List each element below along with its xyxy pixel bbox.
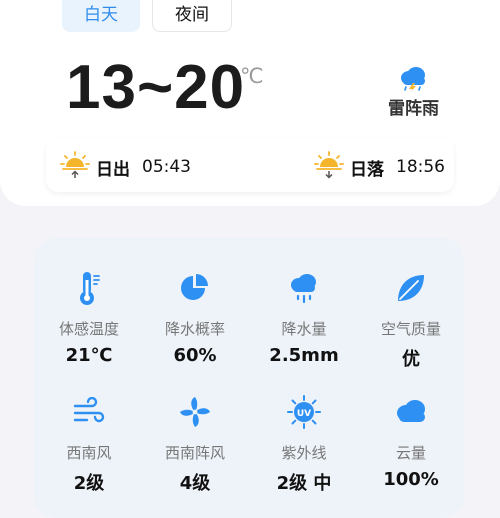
detail-uv: UV 紫外线 2级 中	[249, 392, 359, 495]
thunderstorm-icon	[398, 66, 428, 96]
detail-wind: 西南风 2级	[34, 392, 144, 495]
detail-label: 空气质量	[380, 320, 441, 338]
detail-label: 西南风	[66, 444, 112, 462]
detail-precipitation: 降水量 2.5mm	[249, 268, 359, 366]
weather-condition: 雷阵雨	[388, 99, 439, 119]
pie-chart-icon	[140, 268, 250, 308]
detail-label: 降水量	[281, 320, 327, 338]
day-night-tabs: 白天 夜间	[62, 0, 244, 32]
sunrise-time: 05:43	[142, 157, 191, 177]
detail-label: 紫外线	[281, 444, 327, 462]
sunset: 日落 18:56	[314, 150, 445, 184]
detail-label: 西南阵风	[164, 444, 225, 462]
sunrise-icon	[60, 150, 90, 184]
tab-night[interactable]: 夜间	[152, 0, 232, 32]
sunset-time: 18:56	[396, 157, 445, 177]
sun-times: 日出 05:43 日落 18:56	[46, 138, 454, 192]
detail-value: 4级	[179, 473, 211, 494]
detail-value: 优	[402, 349, 420, 370]
detail-value: 60%	[173, 345, 217, 366]
detail-value: 2级	[73, 473, 105, 494]
detail-precip-probability: 降水概率 60%	[140, 268, 250, 366]
uv-icon: UV	[249, 392, 359, 432]
detail-value: 2.5mm	[269, 345, 339, 366]
detail-label: 云量	[395, 444, 426, 462]
temperature-range: 13~20	[66, 53, 246, 122]
tab-day[interactable]: 白天	[62, 0, 140, 32]
sunrise: 日出 05:43	[60, 150, 191, 184]
wind-icon	[34, 392, 144, 432]
detail-cloud-cover: 云量 100%	[356, 392, 466, 490]
weather-details: 体感温度 21℃ 降水概率 60% 降水量 2.5mm 空气质量 优 西南风 2…	[34, 238, 464, 518]
fan-icon	[140, 392, 250, 432]
svg-text:UV: UV	[297, 409, 311, 419]
sunrise-label: 日出	[96, 159, 130, 180]
detail-value: 21℃	[65, 345, 113, 366]
cloud-icon	[356, 392, 466, 432]
sunset-label: 日落	[350, 159, 384, 180]
detail-value: 2级 中	[276, 473, 332, 494]
detail-feels-like: 体感温度 21℃	[34, 268, 144, 366]
temperature-unit: ℃	[240, 64, 264, 88]
detail-gust: 西南阵风 4级	[140, 392, 250, 495]
detail-value: 100%	[383, 469, 439, 490]
leaf-icon	[356, 268, 466, 308]
detail-air-quality: 空气质量 优	[356, 268, 466, 371]
detail-label: 降水概率	[164, 320, 225, 338]
forecast-card: 白天 夜间 13~20 ℃ 雷阵雨 日出 05:43 日落 18:56	[0, 0, 500, 206]
detail-label: 体感温度	[58, 320, 119, 338]
rain-cloud-icon	[249, 268, 359, 308]
thermometer-icon	[34, 268, 144, 308]
sunset-icon	[314, 150, 344, 184]
